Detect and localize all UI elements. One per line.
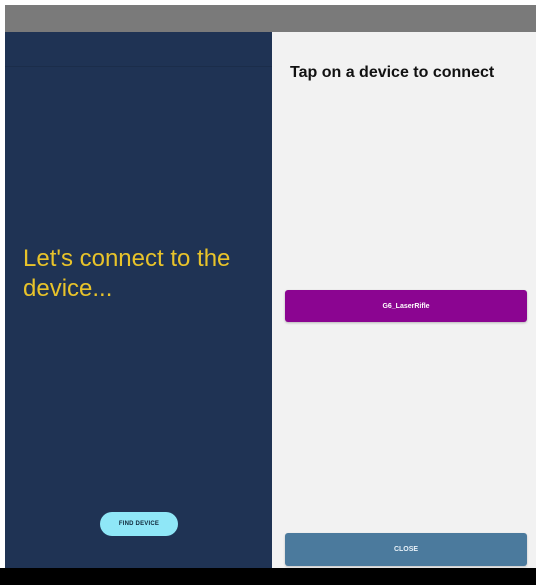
toolbar-divider — [5, 66, 272, 67]
connect-headline: Let's connect to the device... — [23, 245, 231, 302]
device-item-g6-laserrifle[interactable]: G6_LaserRifle — [285, 290, 527, 322]
connect-panel: Let's connect to the device... FIND DEVI… — [5, 32, 272, 568]
device-picker-dialog: Tap on a device to connect G6_LaserRifle… — [272, 32, 536, 568]
navigation-bar — [0, 568, 536, 585]
find-device-button[interactable]: FIND DEVICE — [100, 512, 178, 536]
app-screen: Let's connect to the device... FIND DEVI… — [0, 0, 536, 585]
close-button[interactable]: CLOSE — [285, 533, 527, 566]
device-list: G6_LaserRifle — [285, 290, 527, 322]
dialog-title: Tap on a device to connect — [290, 64, 495, 81]
status-bar — [5, 5, 536, 32]
